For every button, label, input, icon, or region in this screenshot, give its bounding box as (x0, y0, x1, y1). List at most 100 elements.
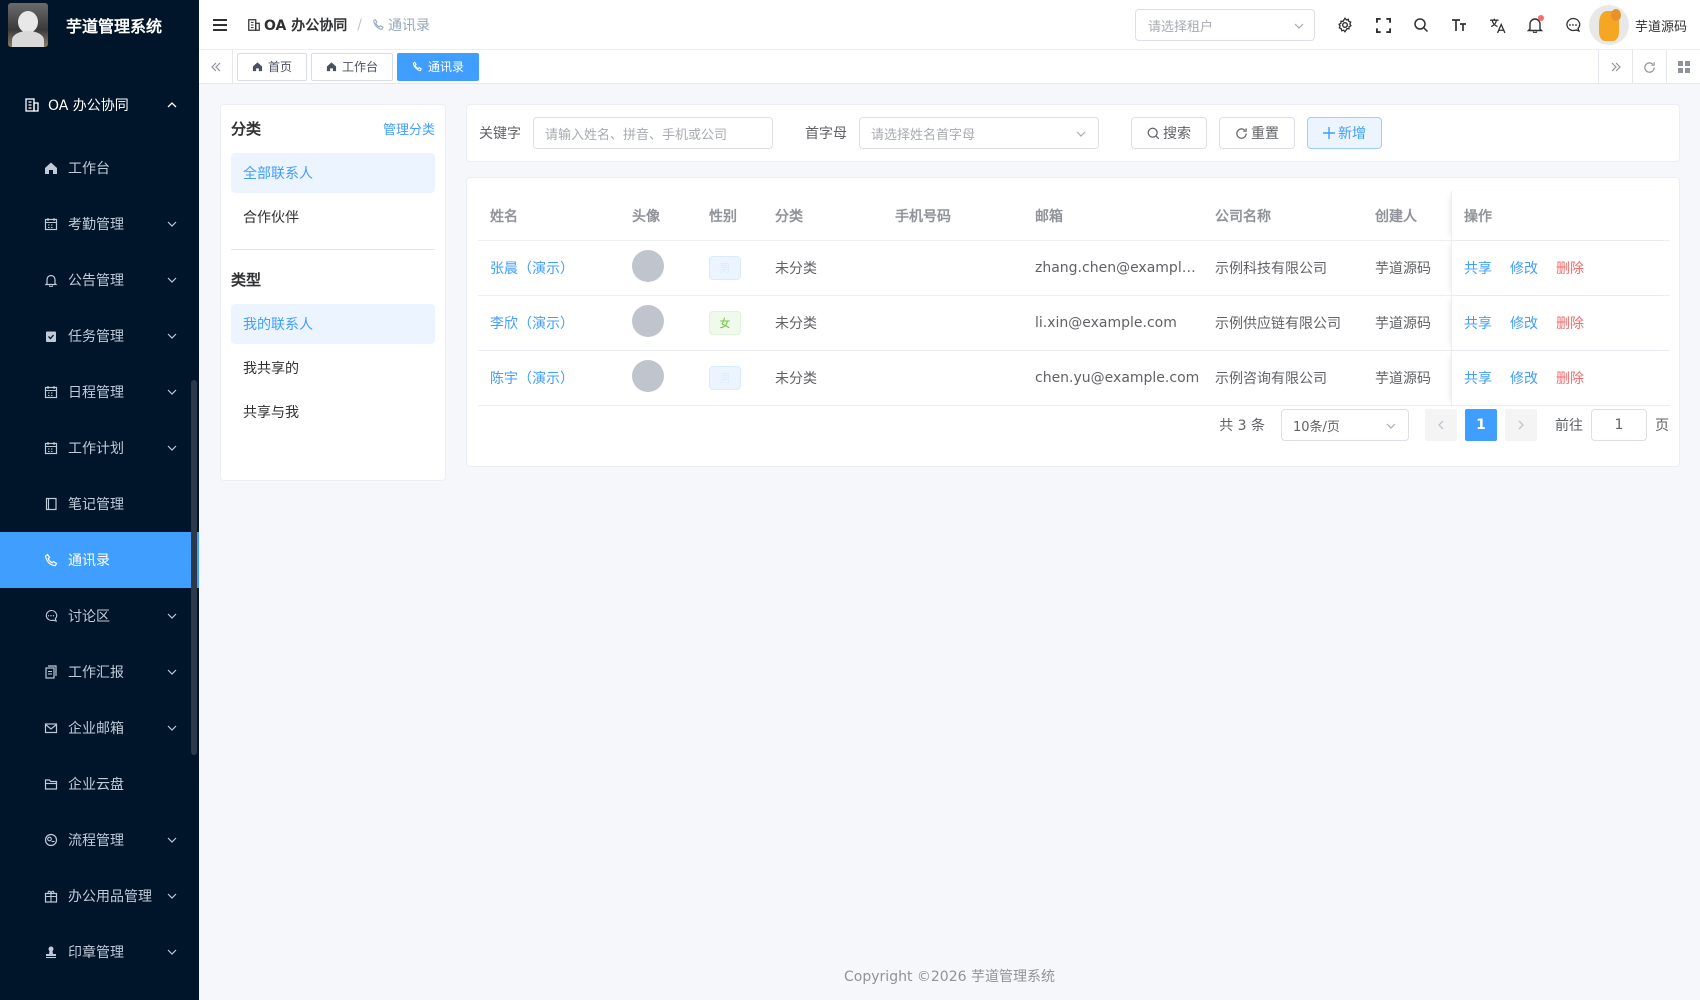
edit-button[interactable]: 修改 (1510, 368, 1538, 388)
tabs-menu-button[interactable] (1666, 50, 1700, 84)
sidebar-item[interactable]: 工作台 (0, 140, 199, 196)
page-size-value: 10条/页 (1293, 419, 1340, 435)
column-header: 手机号码 (895, 208, 951, 225)
reset-button-label: 重置 (1251, 126, 1279, 142)
delete-button[interactable]: 删除 (1556, 313, 1584, 333)
creator-cell: 芋道源码 (1375, 261, 1431, 277)
phone-icon (412, 61, 423, 72)
delete-button[interactable]: 删除 (1556, 368, 1584, 388)
page-size-select[interactable]: 10条/页 (1281, 409, 1409, 441)
breadcrumb-label: 通讯录 (387, 17, 430, 34)
chevron-down-icon (167, 893, 177, 899)
sidebar-item[interactable]: 企业云盘 (0, 756, 199, 812)
sidebar-item-label: 办公用品管理 (68, 889, 152, 905)
refresh-tab-button[interactable] (1632, 50, 1666, 84)
hamburger-icon[interactable] (213, 18, 227, 31)
tab-contacts[interactable]: 通讯录 (397, 52, 480, 81)
header-toolbar (1326, 0, 1592, 50)
initial-select[interactable]: 请选择姓名首字母 (859, 117, 1099, 149)
search-button[interactable] (1402, 17, 1440, 33)
tab-workbench[interactable]: 工作台 (311, 52, 394, 81)
category-all-contacts[interactable]: 全部联系人 (231, 153, 435, 193)
sidebar-item[interactable]: 考勤管理 (0, 196, 199, 252)
logo[interactable]: 芋道管理系统 (0, 0, 199, 50)
sidebar-item[interactable]: 印章管理 (0, 924, 199, 980)
tabs-scroll-right-button[interactable] (1598, 50, 1632, 84)
grid-icon (1677, 61, 1690, 73)
sidebar-item[interactable]: 办公用品管理 (0, 868, 199, 924)
font-size-button[interactable] (1440, 17, 1478, 33)
prev-page-button[interactable] (1425, 409, 1457, 441)
goto-page-input[interactable]: 1 (1591, 409, 1647, 441)
chevron-down-icon (1076, 131, 1086, 137)
sidebar-item[interactable]: 公告管理 (0, 252, 199, 308)
sidebar-item[interactable]: 讨论区 (0, 588, 199, 644)
home-icon (252, 62, 263, 72)
chat-icon (45, 609, 58, 622)
column-header: 分类 (775, 208, 803, 225)
flow-icon (44, 833, 58, 847)
sidebar-item[interactable]: 通讯录 (0, 532, 199, 588)
share-button[interactable]: 共享 (1464, 368, 1492, 388)
sidebar-item[interactable]: 企业邮箱 (0, 700, 199, 756)
category-partners[interactable]: 合作伙伴 (231, 197, 435, 237)
chevron-down-icon (167, 333, 177, 339)
type-shared-with-me[interactable]: 共享与我 (231, 392, 435, 432)
user-menu[interactable]: 芋道源码 (1589, 5, 1687, 45)
chevron-down-icon (167, 837, 177, 843)
chevron-down-icon (167, 949, 177, 955)
calendar-icon (44, 386, 58, 399)
settings-button[interactable] (1326, 17, 1364, 33)
breadcrumb: OA 办公协同 / 通讯录 (247, 15, 430, 35)
type-my-contacts[interactable]: 我的联系人 (231, 304, 435, 344)
table-row: 李欣（演示） 女 未分类 li.xin@example.com 示例供应链有限公司 芋道源… (478, 296, 1670, 351)
share-button[interactable]: 共享 (1464, 258, 1492, 278)
table-row: 陈宇（演示） 男 未分类 chen.yu@example.com 示例咨询有限公司 芋道源… (478, 351, 1670, 406)
pagination: 共 3 条 10条/页 1 前往 1 页 (1219, 409, 1669, 441)
search-button[interactable]: 搜索 (1131, 117, 1207, 149)
keyword-input[interactable]: 请输入姓名、拼音、手机或公司 (533, 117, 773, 149)
message-button[interactable] (1554, 17, 1592, 33)
tabs-scroll-left-button[interactable] (199, 49, 233, 84)
type-shared-by-me[interactable]: 我共享的 (231, 348, 435, 388)
tab-home[interactable]: 首页 (237, 52, 308, 81)
divider (231, 249, 435, 250)
fullscreen-button[interactable] (1364, 17, 1402, 33)
gender-tag: 男 (709, 256, 741, 280)
sidebar-item[interactable]: 工作汇报 (0, 644, 199, 700)
category-cell: 未分类 (775, 316, 817, 332)
next-page-button[interactable] (1505, 409, 1537, 441)
menu-group-oa[interactable]: OA 办公协同 (0, 70, 199, 140)
sidebar-item[interactable]: 车辆管理 (0, 980, 199, 1000)
sidebar-item-label: 工作台 (68, 161, 110, 177)
gift-icon (44, 890, 58, 903)
sidebar-item[interactable]: 任务管理 (0, 308, 199, 364)
column-header: 性别 (709, 208, 737, 225)
search-icon (1147, 127, 1160, 139)
contact-name-link[interactable]: 张晨（演示） (490, 261, 574, 277)
page-number-current[interactable]: 1 (1465, 409, 1497, 441)
sidebar-item[interactable]: 流程管理 (0, 812, 199, 868)
sidebar-scrollbar[interactable] (191, 380, 197, 755)
creator-cell: 芋道源码 (1375, 371, 1431, 387)
category-cell: 未分类 (775, 371, 817, 387)
contact-name-link[interactable]: 李欣（演示） (490, 316, 574, 332)
sidebar-item[interactable]: 笔记管理 (0, 476, 199, 532)
calendar-icon (44, 218, 58, 231)
language-button[interactable] (1478, 17, 1516, 34)
share-button[interactable]: 共享 (1464, 313, 1492, 333)
breadcrumb-label: OA 办公协同 (264, 17, 348, 34)
sidebar-item[interactable]: 工作计划 (0, 420, 199, 476)
edit-button[interactable]: 修改 (1510, 258, 1538, 278)
add-contact-button[interactable]: 新增 (1307, 117, 1382, 149)
manage-category-link[interactable]: 管理分类 (383, 119, 435, 138)
notification-button[interactable] (1516, 15, 1554, 33)
edit-button[interactable]: 修改 (1510, 313, 1538, 333)
column-header: 创建人 (1375, 208, 1417, 225)
tenant-select[interactable]: 请选择租户 (1135, 9, 1315, 41)
breadcrumb-item-oa[interactable]: OA 办公协同 (247, 15, 347, 35)
sidebar-item[interactable]: 日程管理 (0, 364, 199, 420)
reset-button[interactable]: 重置 (1219, 117, 1295, 149)
contact-name-link[interactable]: 陈宇（演示） (490, 371, 574, 387)
delete-button[interactable]: 删除 (1556, 258, 1584, 278)
